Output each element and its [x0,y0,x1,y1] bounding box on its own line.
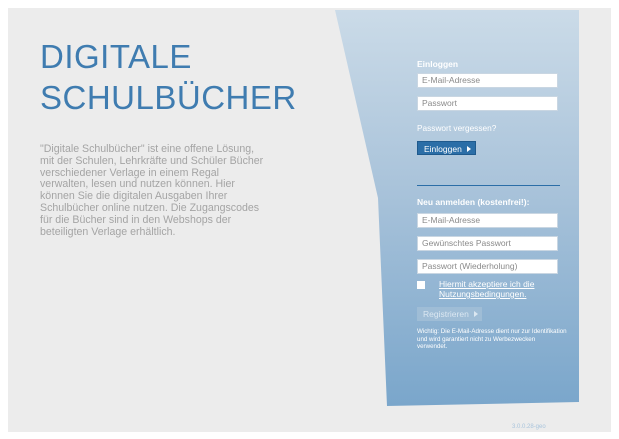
terms-checkbox[interactable] [417,281,425,289]
terms-link[interactable]: Hiermit akzeptiere ich die Nutzungsbedin… [439,279,534,299]
register-heading: Neu anmelden (kostenfrei!): [417,197,530,207]
play-arrow-icon [466,145,471,152]
login-password-input[interactable]: Passwort [417,96,558,111]
terms-link-line-2: Nutzungsbedingungen. [439,289,527,299]
register-password-repeat-input[interactable]: Passwort (Wiederholung) [417,259,558,274]
privacy-note: Wichtig: Die E-Mail-Adresse dient nur zu… [417,328,567,351]
play-arrow-icon [473,310,478,317]
login-button-label: Einloggen [424,144,462,154]
form-divider [417,185,560,186]
terms-link-line-1: Hiermit akzeptiere ich die [439,279,535,289]
version-label: 3.0.0.28-geo [512,424,546,430]
register-button-label: Registrieren [423,309,469,319]
forgot-password-link[interactable]: Passwort vergessen? [417,123,496,133]
page: DIGITALE SCHULBÜCHER "Digitale Schulbüch… [8,8,611,432]
login-button[interactable]: Einloggen [417,141,476,155]
register-password-input[interactable]: Gewünschtes Passwort [417,236,558,251]
register-email-input[interactable]: E-Mail-Adresse [417,213,558,228]
register-button[interactable]: Registrieren [417,307,482,321]
login-email-input[interactable]: E-Mail-Adresse [417,73,558,88]
login-heading: Einloggen [417,59,459,69]
